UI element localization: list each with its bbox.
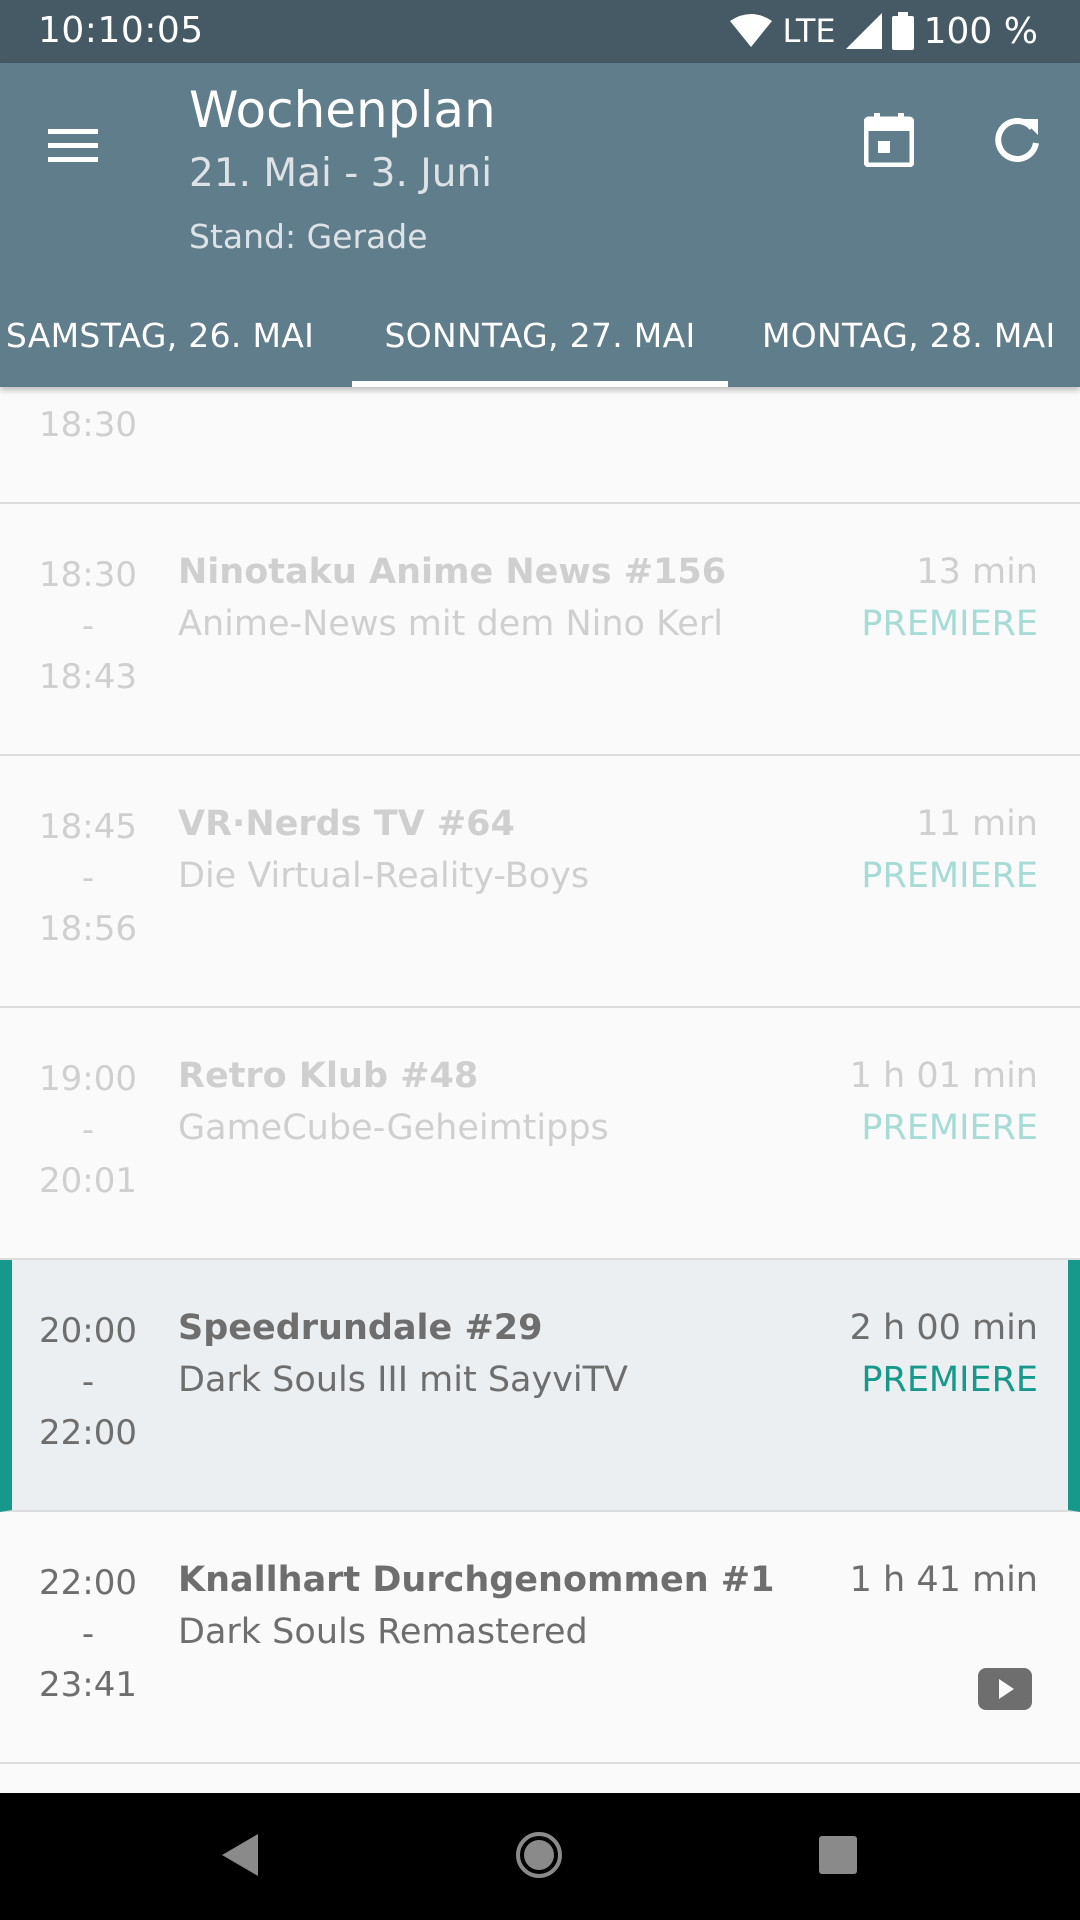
status-bar: 10:10:05 LTE 100 % [0, 0, 1080, 63]
wifi-icon [730, 14, 773, 48]
back-button[interactable] [202, 1819, 278, 1895]
back-icon [218, 1832, 262, 1882]
schedule-item[interactable]: 19:00 - 20:01 Retro Klub #48 GameCube-Ge… [0, 1008, 1080, 1260]
start-time: 18:45 [39, 807, 137, 847]
schedule-item[interactable]: 18:30 - 18:43 Ninotaku Anime News #156 A… [0, 504, 1080, 756]
home-button[interactable] [501, 1819, 577, 1895]
battery-icon [891, 12, 914, 50]
youtube-icon [978, 1668, 1032, 1710]
start-time: 20:00 [39, 1311, 137, 1351]
show-subtitle: Anime-News mit dem Nino Kerl [178, 604, 723, 644]
end-time: 18:56 [39, 909, 137, 949]
duration: 1 h 41 min [849, 1560, 1038, 1600]
time-separator: - [81, 1362, 95, 1402]
refresh-icon [992, 115, 1042, 169]
tab-saturday[interactable]: SAMSTAG, 26. MAI [0, 283, 330, 387]
time-range: 22:00 - 23:41 [28, 1558, 148, 1711]
show-subtitle: Dark Souls III mit SayviTV [178, 1360, 628, 1400]
day-tabs: SAMSTAG, 26. MAI SONNTAG, 27. MAI MONTAG… [0, 283, 1080, 387]
duration: 13 min [916, 552, 1038, 592]
show-title: VR·Nerds TV #64 [178, 804, 515, 844]
show-title: Retro Klub #48 [178, 1056, 479, 1096]
battery-level: 100 % [923, 10, 1038, 52]
status-time: 10:10:05 [38, 10, 204, 51]
selected-tab-indicator [352, 381, 728, 387]
schedule-item[interactable] [0, 1764, 1080, 1793]
menu-button[interactable] [34, 109, 112, 187]
end-time: 18:30 [39, 405, 137, 445]
page-subtitle: 21. Mai - 3. Juni [189, 151, 493, 196]
time-separator: - [81, 606, 95, 646]
time-separator: - [81, 858, 95, 898]
page-title: Wochenplan [189, 81, 496, 139]
start-time: 22:00 [39, 1563, 137, 1603]
time-separator: - [81, 1614, 95, 1654]
refresh-button[interactable] [978, 103, 1056, 181]
app-bar: Wochenplan 21. Mai - 3. Juni Stand: Gera… [0, 63, 1080, 387]
show-subtitle: Dark Souls Remastered [178, 1612, 588, 1652]
premiere-badge: PREMIERE [861, 856, 1038, 896]
system-nav-bar [0, 1793, 1080, 1920]
premiere-badge: PREMIERE [861, 1108, 1038, 1148]
recents-icon [817, 1834, 859, 1880]
schedule-item-current[interactable]: 20:00 - 22:00 Speedrundale #29 Dark Soul… [0, 1260, 1080, 1512]
menu-icon [48, 129, 98, 167]
end-time: 18:43 [39, 657, 137, 697]
show-title: Ninotaku Anime News #156 [178, 552, 727, 592]
end-time: 20:01 [39, 1161, 137, 1201]
calendar-icon [863, 113, 915, 171]
time-range: 19:00 - 20:01 [28, 1054, 148, 1207]
schedule-list[interactable]: 18:30 18:30 - 18:43 Ninotaku Anime News … [0, 387, 1080, 1793]
network-type: LTE [782, 12, 836, 50]
show-title: Knallhart Durchgenommen #1 [178, 1560, 775, 1600]
start-time: 19:00 [39, 1059, 137, 1099]
recents-button[interactable] [800, 1819, 876, 1895]
time-range: 20:00 - 22:00 [28, 1306, 148, 1459]
duration: 2 h 00 min [849, 1308, 1038, 1348]
tab-sunday[interactable]: SONNTAG, 27. MAI [352, 283, 728, 387]
show-subtitle: GameCube-Geheimtipps [178, 1108, 609, 1148]
time-range: 18:45 - 18:56 [28, 802, 148, 955]
duration: 1 h 01 min [849, 1056, 1038, 1096]
schedule-item[interactable]: 18:45 - 18:56 VR·Nerds TV #64 Die Virtua… [0, 756, 1080, 1008]
show-subtitle: Die Virtual-Reality-Boys [178, 856, 590, 896]
status-indicators: LTE 100 % [730, 8, 1038, 54]
schedule-item[interactable]: 22:00 - 23:41 Knallhart Durchgenommen #1… [0, 1512, 1080, 1764]
time-separator: - [81, 1110, 95, 1150]
signal-icon [845, 13, 882, 49]
schedule-item[interactable]: 18:30 [0, 387, 1080, 504]
end-time: 22:00 [39, 1413, 137, 1453]
time-range: 18:30 - 18:43 [28, 550, 148, 703]
time-separator [28, 387, 148, 400]
premiere-badge: PREMIERE [861, 604, 1038, 644]
tab-monday[interactable]: MONTAG, 28. MAI [750, 283, 1080, 387]
duration: 11 min [916, 804, 1038, 844]
time-range: 18:30 [28, 387, 148, 451]
premiere-badge: PREMIERE [861, 1360, 1038, 1400]
show-title: Speedrundale #29 [178, 1308, 543, 1348]
calendar-button[interactable] [850, 103, 928, 181]
home-icon [514, 1830, 564, 1884]
end-time: 23:41 [39, 1665, 137, 1705]
start-time: 18:30 [39, 555, 137, 595]
update-status: Stand: Gerade [189, 217, 428, 256]
